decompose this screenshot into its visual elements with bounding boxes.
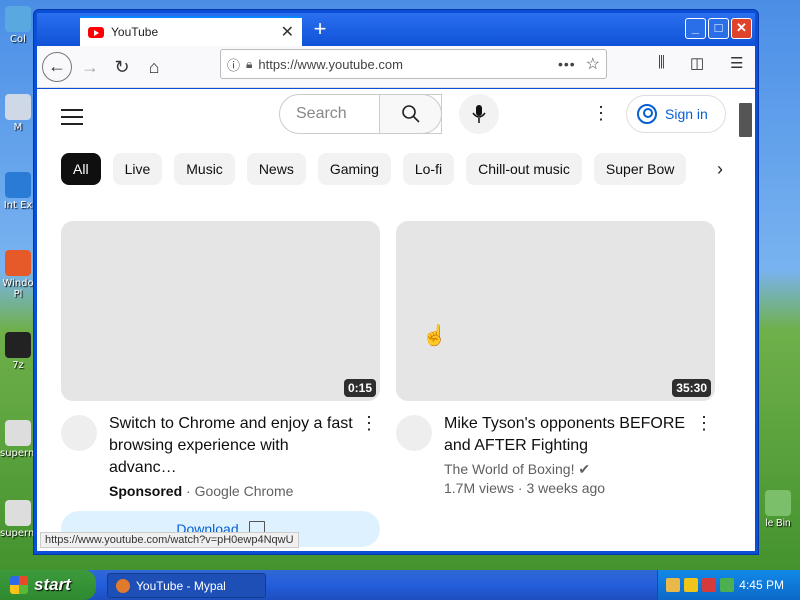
verified-badge-icon: ✔︎ [578, 461, 591, 477]
info-icon[interactable]: ⓘ [227, 55, 240, 74]
video-byline: Sponsored · Google Chrome [109, 483, 356, 499]
scrollbar-thumb[interactable] [739, 103, 752, 137]
desktop-icon[interactable]: Windo Pl [0, 250, 36, 300]
windows-logo-icon [10, 576, 28, 594]
start-label: start [34, 575, 71, 594]
search-icon [401, 105, 420, 123]
recycle-bin-icon[interactable]: le Bin [756, 490, 800, 529]
status-bar-url: https://www.youtube.com/watch?v=pH0ewp4N… [40, 532, 299, 548]
forward-button[interactable]: → [75, 52, 105, 82]
video-meta: Mike Tyson's opponents BEFORE and AFTER … [396, 413, 715, 496]
channel-name[interactable]: · Google Chrome [186, 483, 293, 499]
tab-title: YouTube [111, 25, 159, 39]
maximize-button[interactable]: □ [708, 18, 729, 39]
desktop-icon[interactable]: Col [0, 6, 36, 45]
video-stats: 1.7M views · 3 weeks ago [444, 480, 606, 496]
close-tab-icon[interactable]: ✕ [281, 22, 294, 42]
nav-toolbar: ← → ↻ ⌂ ⓘ 🔒︎ https://www.youtube.com •••… [37, 46, 755, 88]
sidebar-icon[interactable]: ◫ [690, 54, 704, 72]
bookmark-star-icon[interactable]: ☆ [586, 54, 600, 74]
tray-security-icon[interactable] [702, 578, 716, 592]
channel-avatar[interactable] [396, 415, 432, 451]
settings-kebab-icon[interactable]: ⋮ [592, 103, 610, 124]
chip-all[interactable]: All [61, 153, 101, 185]
lock-icon[interactable]: 🔒︎ [246, 57, 252, 72]
browser-window: YouTube ✕ + _ □ ✕ ← → ↻ ⌂ ⓘ 🔒︎ https://w… [33, 9, 759, 555]
video-thumbnail[interactable]: 0:15 [61, 221, 380, 401]
taskbar-item-label: YouTube - Mypal [136, 578, 226, 593]
tab-bar: YouTube ✕ + _ □ ✕ [37, 13, 755, 46]
video-duration: 35:30 [672, 379, 711, 397]
clock[interactable]: 4:45 PM [739, 578, 800, 592]
channel-name[interactable]: The World of Boxing! [444, 461, 574, 477]
video-title[interactable]: Mike Tyson's opponents BEFORE and AFTER … [444, 413, 691, 457]
chip-live[interactable]: Live [112, 153, 163, 185]
chip-gaming[interactable]: Gaming [317, 153, 391, 185]
video-title[interactable]: Switch to Chrome and enjoy a fast browsi… [109, 413, 356, 479]
search-button[interactable] [379, 94, 442, 134]
video-card[interactable]: 35:30 Mike Tyson's opponents BEFORE and … [396, 221, 715, 496]
desktop-icon[interactable]: Int Ex [0, 172, 36, 211]
system-tray: 4:45 PM [657, 570, 800, 600]
video-menu-icon[interactable]: ⋮ [695, 413, 713, 434]
minimize-button[interactable]: _ [685, 18, 706, 39]
back-button[interactable]: ← [42, 52, 72, 82]
chip-super-bowl[interactable]: Super Bow [593, 153, 687, 185]
sign-in-button[interactable]: Sign in [626, 95, 726, 133]
sign-in-label: Sign in [665, 106, 708, 122]
channel-avatar[interactable] [61, 415, 97, 451]
page-viewport: Search ⋮ Sign in All Live Music News Gam… [37, 89, 755, 551]
guide-menu-icon[interactable] [61, 109, 83, 130]
tray-update-icon[interactable] [720, 578, 734, 592]
reload-button[interactable]: ↻ [107, 52, 137, 82]
chip-music[interactable]: Music [174, 153, 235, 185]
tray-network-icon[interactable] [666, 578, 680, 592]
video-thumbnail[interactable]: 35:30 [396, 221, 715, 401]
taskbar: start YouTube - Mypal 4:45 PM [0, 570, 800, 600]
mypal-icon [116, 578, 130, 593]
new-tab-button[interactable]: + [308, 17, 332, 43]
taskbar-item-mypal[interactable]: YouTube - Mypal [107, 573, 266, 598]
chevron-right-icon[interactable]: › [717, 159, 723, 180]
video-duration: 0:15 [343, 379, 376, 397]
chip-lofi[interactable]: Lo-fi [402, 153, 455, 185]
chip-news[interactable]: News [246, 153, 306, 185]
desktop-icon[interactable]: 7z [0, 332, 36, 371]
youtube-header: Search ⋮ Sign in [37, 89, 735, 149]
desktop-icon[interactable]: M [0, 94, 36, 133]
video-menu-icon[interactable]: ⋮ [360, 413, 378, 434]
chip-bar: All Live Music News Gaming Lo-fi Chill-o… [61, 153, 711, 187]
tab-youtube[interactable]: YouTube ✕ [80, 16, 302, 46]
chip-chillout[interactable]: Chill-out music [466, 153, 582, 185]
page-actions-icon[interactable]: ••• [558, 56, 576, 72]
desktop-icon[interactable]: superm [0, 500, 38, 539]
video-meta: Switch to Chrome and enjoy a fast browsi… [61, 413, 380, 499]
microphone-icon [472, 105, 486, 123]
tray-shield-icon[interactable] [684, 578, 698, 592]
person-icon [637, 104, 657, 124]
sponsored-label: Sponsored [109, 483, 183, 499]
voice-search-button[interactable] [459, 94, 499, 134]
close-window-button[interactable]: ✕ [731, 18, 752, 39]
home-button[interactable]: ⌂ [139, 52, 169, 82]
address-bar[interactable]: ⓘ 🔒︎ https://www.youtube.com ••• ☆ [220, 49, 607, 79]
start-button[interactable]: start [0, 570, 96, 600]
hand-cursor-icon: ☝ [422, 325, 447, 347]
menu-icon[interactable]: ☰ [730, 54, 743, 72]
url-text[interactable]: https://www.youtube.com [258, 57, 558, 72]
desktop-icon[interactable]: superm [0, 420, 38, 459]
youtube-favicon-icon [88, 26, 104, 38]
video-byline: The World of Boxing! ✔︎ [444, 461, 691, 478]
library-icon[interactable]: ⫼ [658, 54, 665, 71]
video-card-sponsored[interactable]: 0:15 Switch to Chrome and enjoy a fast b… [61, 221, 380, 547]
